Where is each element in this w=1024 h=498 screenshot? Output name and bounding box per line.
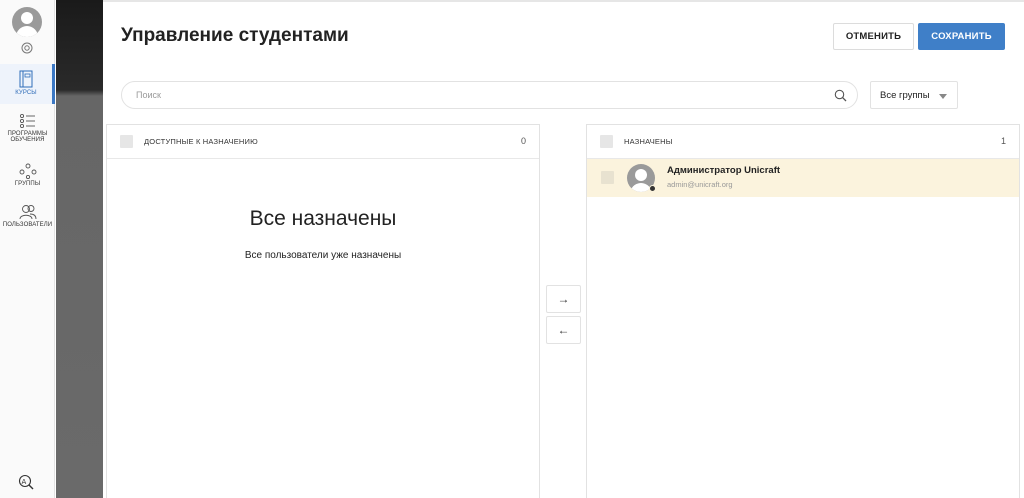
accessibility-icon[interactable]: A xyxy=(18,474,36,490)
groups-icon xyxy=(19,163,36,179)
cancel-button[interactable]: ОТМЕНИТЬ xyxy=(833,23,914,50)
user-email: admin@unicraft.org xyxy=(667,180,733,189)
sidebar-item-users[interactable]: ПОЛЬЗОВАТЕЛИ xyxy=(0,204,55,232)
assigned-count: 1 xyxy=(1000,136,1006,146)
profile-avatar[interactable] xyxy=(12,7,42,37)
sidebar-item-label: ПОЛЬЗОВАТЕЛИ xyxy=(2,222,53,228)
user-checkbox[interactable] xyxy=(601,171,614,184)
group-filter-select[interactable]: Все группы xyxy=(870,81,958,109)
svg-text:A: A xyxy=(22,478,27,486)
assigned-panel-title: НАЗНАЧЕНЫ xyxy=(624,137,673,146)
sidebar-item-label: ОБУЧЕНИЯ xyxy=(10,137,45,143)
select-all-available-checkbox[interactable] xyxy=(120,135,133,148)
available-panel: ДОСТУПНЫЕ К НАЗНАЧЕНИЮ 0 Все назначены В… xyxy=(106,124,540,498)
main-content: Управление студентами ОТМЕНИТЬ СОХРАНИТЬ… xyxy=(103,0,1024,498)
sidebar-item-programs[interactable]: ПРОГРАММЫ ОБУЧЕНИЯ xyxy=(0,113,55,149)
empty-state-subtitle: Все пользователи уже назначены xyxy=(244,250,402,261)
sidebar-item-groups[interactable]: ГРУППЫ xyxy=(0,163,55,191)
unassign-button[interactable]: ← xyxy=(546,316,581,344)
available-panel-title: ДОСТУПНЫЕ К НАЗНАЧЕНИЮ xyxy=(144,137,258,146)
book-icon xyxy=(19,70,33,88)
available-count: 0 xyxy=(520,136,526,146)
chevron-down-icon xyxy=(939,94,947,99)
sidebar-item-label: ГРУППЫ xyxy=(14,181,41,187)
search-input[interactable]: Поиск xyxy=(121,81,858,109)
page-title: Управление студентами xyxy=(121,25,349,46)
users-icon xyxy=(19,205,36,220)
search-placeholder: Поиск xyxy=(136,90,161,100)
select-all-assigned-checkbox[interactable] xyxy=(600,135,613,148)
background-panel xyxy=(56,0,103,498)
list-item[interactable]: Администратор Unicraft admin@unicraft.or… xyxy=(587,159,1019,197)
empty-state-title: Все назначены xyxy=(249,207,397,230)
available-panel-header: ДОСТУПНЫЕ К НАЗНАЧЕНИЮ 0 xyxy=(107,125,539,159)
user-name: Администратор Unicraft xyxy=(667,165,781,176)
assign-button[interactable]: → xyxy=(546,285,581,313)
status-indicator xyxy=(649,185,656,192)
list-icon xyxy=(19,113,35,129)
assigned-panel: НАЗНАЧЕНЫ 1 Администратор Unicraft admin… xyxy=(586,124,1020,498)
divider xyxy=(103,0,1024,2)
group-filter-value: Все группы xyxy=(880,90,930,101)
search-icon[interactable] xyxy=(834,89,847,102)
sidebar: КУРСЫ ПРОГРАММЫ ОБУЧЕНИЯ ГРУППЫ ПОЛЬЗОВА… xyxy=(0,0,55,498)
sidebar-item-courses[interactable]: КУРСЫ xyxy=(0,64,55,104)
assigned-panel-header: НАЗНАЧЕНЫ 1 xyxy=(587,125,1019,159)
sidebar-item-label: КУРСЫ xyxy=(15,90,37,96)
gear-icon[interactable] xyxy=(20,41,34,55)
save-button[interactable]: СОХРАНИТЬ xyxy=(918,23,1005,50)
